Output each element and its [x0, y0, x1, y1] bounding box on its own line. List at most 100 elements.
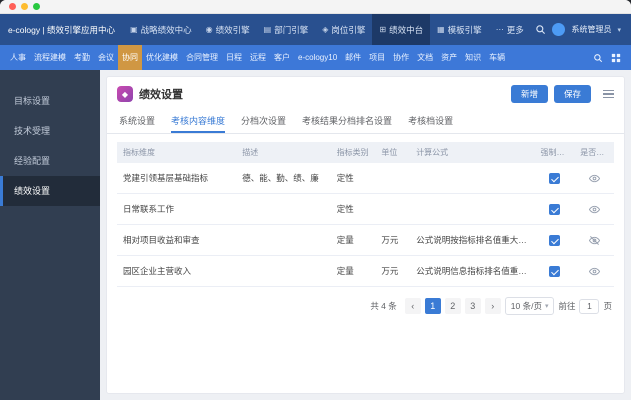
page-button-1[interactable]: 1 — [424, 298, 441, 314]
cell-type: 定性 — [330, 163, 376, 194]
close-button[interactable] — [9, 3, 16, 10]
subnav-item-document[interactable]: 文档 — [413, 45, 437, 70]
sidebar-item-label: 技术受理 — [14, 126, 51, 136]
subnav-item-hr[interactable]: 人事 — [6, 45, 30, 70]
zoom-button[interactable] — [33, 3, 40, 10]
share-visibility-icon[interactable] — [588, 173, 600, 184]
tab-result-ranking-settings[interactable]: 考核结果分档排名设置 — [302, 109, 392, 133]
subnav-item-label: 客户 — [274, 53, 290, 62]
share-visibility-icon[interactable] — [588, 266, 600, 277]
add-button[interactable]: 新增 — [510, 85, 548, 103]
tab-assessment-dimension[interactable]: 考核内容维度 — [171, 109, 226, 133]
topnav-item-label: 模板引擎 — [447, 24, 482, 35]
subnav-item-teamwork[interactable]: 协作 — [389, 45, 413, 70]
cell-desc: 德、能、勤、绩、廉 — [236, 163, 331, 194]
subnav-item-schedule[interactable]: 日程 — [222, 45, 246, 70]
prev-page-button[interactable]: ‹ — [404, 298, 421, 314]
per-page-select[interactable]: 10 条/页 ▾ — [504, 297, 555, 315]
topnav-item-label: 岗位引擎 — [331, 24, 366, 35]
pagination-total: 共 4 条 — [370, 301, 397, 311]
topnav-item-performance-engine[interactable]: ◉ 绩效引擎 — [199, 14, 257, 45]
table-row[interactable]: 党建引领基层基础指标 德、能、勤、绩、廉 定性 — [117, 163, 614, 194]
subnav-item-attendance[interactable]: 考勤 — [70, 45, 94, 70]
topnav-item-strategy-center[interactable]: ▣ 战略绩效中心 — [123, 14, 199, 45]
eye-off-icon — [588, 235, 600, 245]
topnav-item-performance-platform[interactable]: ⊞ 绩效中台 — [372, 14, 431, 45]
share-visibility-icon[interactable] — [588, 204, 600, 215]
search-icon[interactable] — [593, 53, 603, 63]
subnav-item-label: 会议 — [98, 53, 114, 62]
org-icon: ▤ — [263, 25, 272, 34]
topnav-item-dept-engine[interactable]: ▤ 部门引擎 — [257, 14, 316, 45]
page-button-3[interactable]: 3 — [464, 298, 481, 314]
settings-sidebar: 目标设置 技术受理 经验配置 绩效设置 — [0, 70, 100, 400]
topnav-item-template-engine[interactable]: ▦ 模板引擎 — [430, 14, 489, 45]
gauge-icon: ◉ — [205, 25, 213, 34]
enable-checkbox[interactable] — [548, 203, 560, 215]
eye-icon — [588, 205, 600, 213]
subnav-item-asset[interactable]: 资产 — [437, 45, 461, 70]
subnav-item-knowledge[interactable]: 知识 — [461, 45, 485, 70]
subnav-item-customer[interactable]: 客户 — [270, 45, 294, 70]
cell-name: 党建引领基层基础指标 — [117, 163, 237, 194]
table-row[interactable]: 日常联系工作 定性 — [117, 193, 614, 225]
subnav-item-vehicle[interactable]: 车辆 — [485, 45, 509, 70]
chevron-down-icon: ▾ — [544, 303, 549, 310]
topnav-right-area: 系统管理员 ▾ — [535, 23, 623, 36]
sidebar-item-label: 目标设置 — [14, 96, 51, 106]
user-name: 系统管理员 — [571, 25, 612, 34]
indicator-table: 指标维度 描述 指标类别 单位 计算公式 强制启用 是否共享 党建引领基层基础指… — [117, 142, 614, 287]
apps-grid-icon[interactable] — [611, 53, 621, 63]
sidebar-item-performance-settings[interactable]: 绩效设置 — [0, 176, 100, 206]
sidebar-item-goal-settings[interactable]: 目标设置 — [0, 86, 100, 116]
sidebar-item-label: 绩效设置 — [14, 186, 51, 196]
cell-desc — [236, 255, 331, 287]
goto-page-input[interactable]: 1 — [579, 298, 600, 314]
search-icon[interactable] — [535, 24, 546, 35]
list-menu-icon[interactable] — [603, 89, 614, 99]
subnav-item-workflow[interactable]: 流程建模 — [30, 45, 70, 70]
subnav-right-area — [589, 53, 625, 63]
enable-checkbox[interactable] — [548, 234, 560, 246]
enable-checkbox[interactable] — [548, 265, 560, 277]
subnav-item-meeting[interactable]: 会议 — [94, 45, 118, 70]
sidebar-item-tech-acceptance[interactable]: 技术受理 — [0, 116, 100, 146]
cell-name: 日常联系工作 — [117, 193, 237, 225]
subnav-item-remote[interactable]: 远程 — [246, 45, 270, 70]
next-page-button[interactable]: › — [484, 298, 501, 314]
subnav-item-project[interactable]: 项目 — [365, 45, 389, 70]
share-visibility-icon[interactable] — [588, 235, 600, 246]
chevron-down-icon[interactable]: ▾ — [617, 26, 621, 34]
subnav-item-collaboration[interactable]: 协同 — [118, 45, 142, 70]
save-button[interactable]: 保存 — [553, 85, 591, 103]
cell-type: 定量 — [330, 255, 376, 287]
tab-system-settings[interactable]: 系统设置 — [119, 109, 155, 133]
user-avatar[interactable] — [552, 23, 566, 36]
topnav-item-more[interactable]: ⋯ 更多 — [489, 14, 531, 45]
minimize-button[interactable] — [21, 3, 28, 10]
cell-desc — [236, 224, 331, 256]
table-row[interactable]: 园区企业主营收入 定量 万元 公式说明信息指标排名值重大分级 — [117, 255, 614, 287]
subnav-item-ecology10[interactable]: e-cology10 — [294, 45, 341, 70]
page-button-2[interactable]: 2 — [444, 298, 461, 314]
subnav-item-contract[interactable]: 合同管理 — [182, 45, 222, 70]
table-row[interactable]: 相对项目收益和审查 定量 万元 公式说明按指标排名值重大分级 — [117, 224, 614, 256]
col-formula: 计算公式 — [410, 142, 535, 163]
subnav-item-label: 远程 — [250, 53, 266, 62]
col-description: 描述 — [236, 142, 331, 163]
subnav-item-optimization[interactable]: 优化建模 — [142, 45, 182, 70]
subnav-item-label: 协作 — [393, 53, 410, 62]
app-window: e-cology | 绩效引擎应用中心 ▣ 战略绩效中心 ◉ 绩效引擎 ▤ 部门… — [0, 0, 631, 400]
settings-tabs: 系统设置 考核内容维度 分档次设置 考核结果分档排名设置 考核档设置 — [107, 109, 624, 134]
eye-icon — [588, 267, 600, 275]
sidebar-item-experience-config[interactable]: 经验配置 — [0, 146, 100, 176]
subnav-item-mail[interactable]: 邮件 — [341, 45, 365, 70]
main-panel: ◆ 绩效设置 新增 保存 系统设置 考核内容维度 分档次设置 考核结果分档排名设… — [100, 70, 631, 400]
cell-unit: 万元 — [375, 255, 411, 287]
tab-grade-settings[interactable]: 分档次设置 — [241, 109, 286, 133]
tab-assessment-file-settings[interactable]: 考核档设置 — [408, 109, 453, 133]
cell-name: 园区企业主营收入 — [117, 255, 237, 287]
topnav-item-post-engine[interactable]: ◈ 岗位引擎 — [315, 14, 372, 45]
cell-formula: 公式说明信息指标排名值重大分级 — [410, 255, 535, 287]
enable-checkbox[interactable] — [548, 172, 560, 184]
